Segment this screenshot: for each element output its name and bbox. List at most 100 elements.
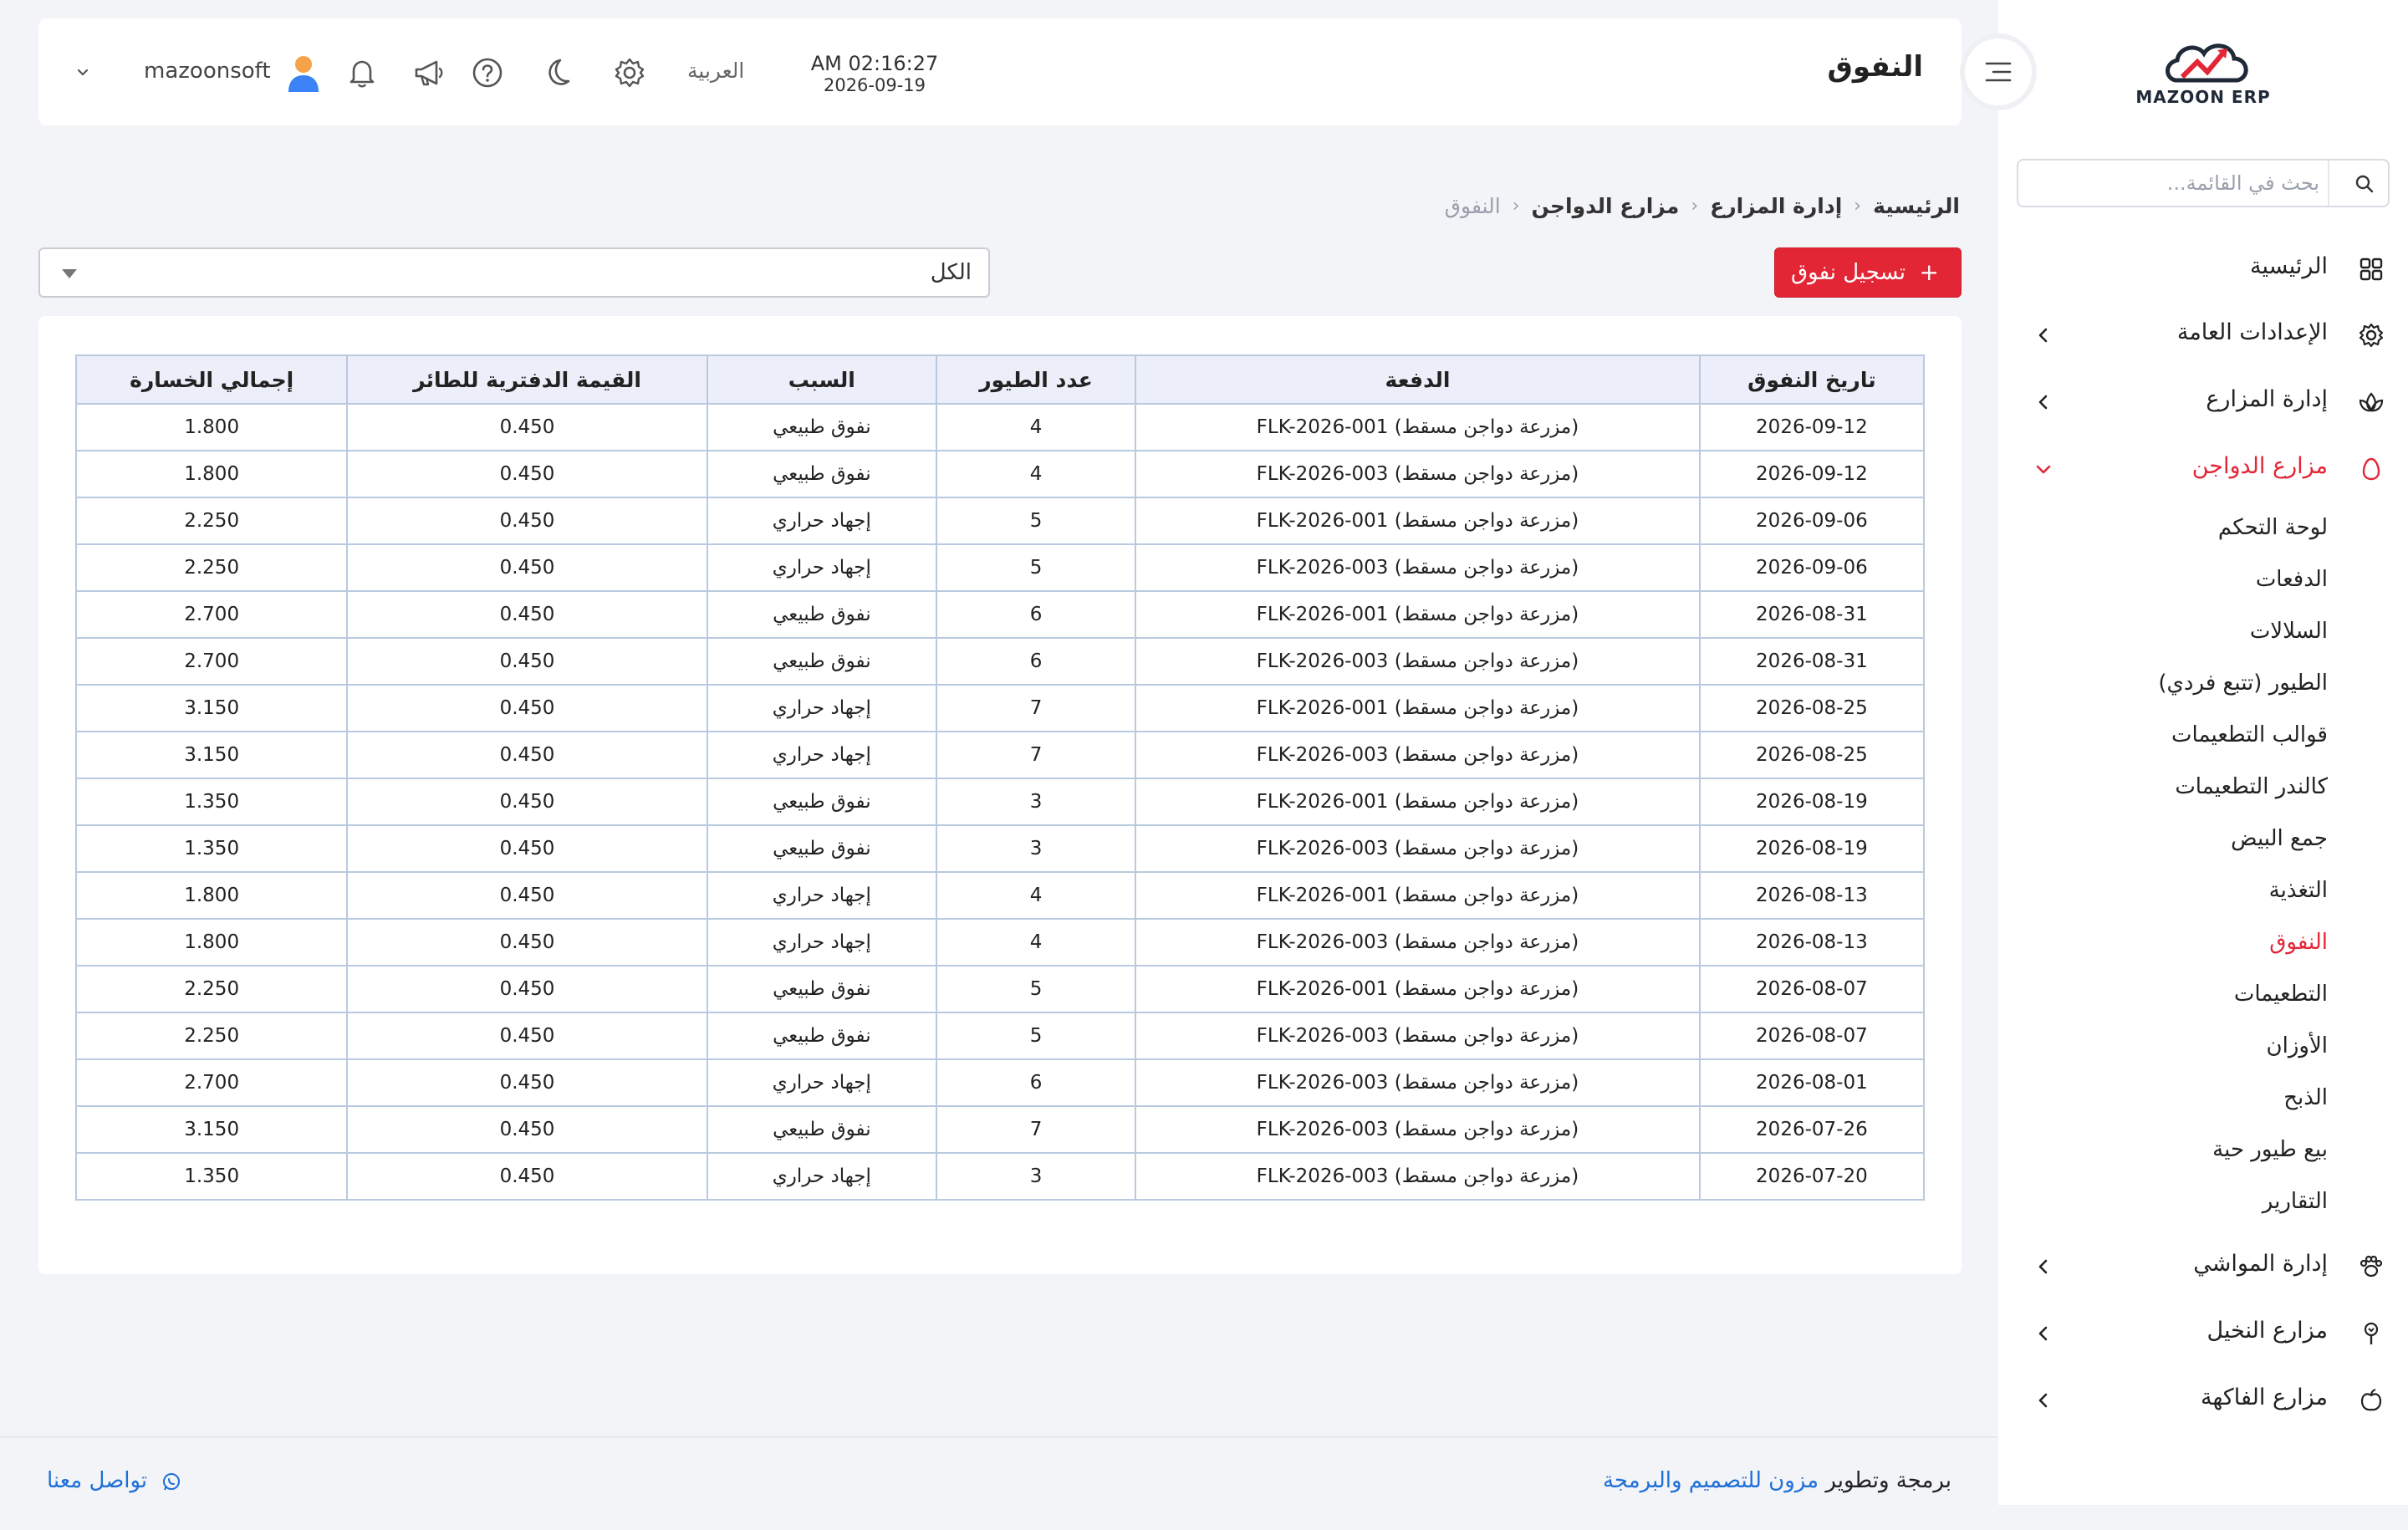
cell-date: 2026-08-13 [1698,871,1926,920]
chevron-down-icon [2036,465,2051,474]
sidebar-subitem-mortality[interactable]: النفوق [2060,930,2328,970]
cell-reason: إجهاد حراري [706,871,937,920]
language-switcher[interactable]: العربية [687,59,744,83]
sidebar-subitem-dashboard[interactable]: لوحة التحكم [2060,515,2328,555]
paw-icon [2360,1255,2383,1278]
cell-batch: FLK-2026-001 (مزرعة دواجن مسقط) [1135,965,1701,1013]
sidebar-subitem-egg-collection[interactable]: جمع البيض [2060,826,2328,866]
logo-text: MAZOON ERP [2135,87,2271,107]
bell-icon[interactable] [344,55,380,90]
app-logo[interactable]: MAZOON ERP [1998,30,2408,122]
cell-batch: FLK-2026-003 (مزرعة دواجن مسقط) [1135,918,1701,966]
megaphone-icon[interactable] [411,55,446,90]
sidebar-toggle-button[interactable] [1960,33,2037,110]
grid-icon [2360,258,2383,281]
cell-batch: FLK-2026-001 (مزرعة دواجن مسقط) [1135,403,1701,451]
sidebar-subitem-slaughter[interactable]: الذبح [2060,1085,2328,1125]
username: mazoonsoft [144,59,271,84]
column-header-book-value: القيمة الدفترية للطائر [346,354,708,405]
sidebar-subitem-weights[interactable]: الأوزان [2060,1033,2328,1074]
cell-batch: FLK-2026-001 (مزرعة دواجن مسقط) [1135,778,1701,826]
cell-total-loss: 2.250 [74,543,349,592]
sidebar-item-poultry-farms[interactable]: مزارع الدواجن [1998,443,2408,495]
breadcrumb-farm-management[interactable]: إدارة المزارع [1710,194,1842,218]
footer-divider [0,1436,1998,1438]
footer-company-link[interactable]: مزون للتصميم والبرمجة [1603,1468,1819,1493]
table-row[interactable]: 2026-09-06 FLK-2026-001 (مزرعة دواجن مسقط… [74,497,1926,545]
sidebar-item-fruit-farms[interactable]: مزارع الفاكهة [1998,1374,2408,1426]
breadcrumb-poultry-farms[interactable]: مزارع الدواجن [1532,194,1680,218]
cell-date: 2026-09-12 [1698,403,1926,451]
cell-bird-count: 6 [935,590,1137,639]
dark-mode-icon[interactable] [538,55,574,90]
cell-total-loss: 1.800 [74,918,349,966]
table-row[interactable]: 2026-08-25 FLK-2026-001 (مزرعة دواجن مسقط… [74,684,1926,732]
sidebar-item-palm-farms[interactable]: مزارع النخيل [1998,1308,2408,1359]
sidebar-subitem-reports[interactable]: التقارير [2060,1189,2328,1229]
sidebar-item-general-settings[interactable]: الإعدادات العامة [1998,309,2408,361]
sidebar-item-livestock[interactable]: إدارة المواشي [1998,1241,2408,1293]
cell-batch: FLK-2026-001 (مزرعة دواجن مسقط) [1135,497,1701,545]
chevron-down-icon [77,69,89,76]
table-row[interactable]: 2026-07-20 FLK-2026-003 (مزرعة دواجن مسقط… [74,1152,1926,1201]
cell-total-loss: 2.250 [74,965,349,1013]
search-icon[interactable] [2351,171,2378,197]
table-row[interactable]: 2026-09-12 FLK-2026-003 (مزرعة دواجن مسقط… [74,450,1926,498]
cell-total-loss: 2.250 [74,1012,349,1060]
table-row[interactable]: 2026-07-26 FLK-2026-003 (مزرعة دواجن مسقط… [74,1105,1926,1154]
batch-filter-select[interactable]: الكل [38,247,990,298]
cell-bird-count: 4 [935,918,1137,966]
table-row[interactable]: 2026-08-31 FLK-2026-001 (مزرعة دواجن مسقط… [74,590,1926,639]
table-row[interactable]: 2026-08-01 FLK-2026-003 (مزرعة دواجن مسقط… [74,1058,1926,1107]
cell-reason: نفوق طبيعي [706,450,937,498]
cell-reason: نفوق طبيعي [706,403,937,451]
cell-reason: إجهاد حراري [706,684,937,732]
table-row[interactable]: 2026-08-19 FLK-2026-003 (مزرعة دواجن مسقط… [74,824,1926,873]
table-row[interactable]: 2026-08-07 FLK-2026-001 (مزرعة دواجن مسقط… [74,965,1926,1013]
add-mortality-button[interactable]: + تسجيل نفوق [1774,247,1962,298]
breadcrumb-home[interactable]: الرئيسية [1873,194,1960,218]
table-row[interactable]: 2026-09-06 FLK-2026-003 (مزرعة دواجن مسقط… [74,543,1926,592]
contact-us-link[interactable]: تواصل معنا [47,1468,182,1493]
table-row[interactable]: 2026-08-25 FLK-2026-003 (مزرعة دواجن مسقط… [74,731,1926,779]
sidebar-search [2017,159,2390,207]
cell-book-value: 0.450 [346,1012,708,1060]
sidebar-item-home[interactable]: الرئيسية [1998,243,2408,295]
sidebar-subitem-vaccinations[interactable]: التطعيمات [2060,982,2328,1022]
footer-credit: برمجة وتطوير مزون للتصميم والبرمجة [1603,1468,1951,1493]
table-row[interactable]: 2026-08-07 FLK-2026-003 (مزرعة دواجن مسقط… [74,1012,1926,1060]
settings-icon[interactable] [612,55,647,90]
page-title: النفوق [1827,50,1923,84]
table-row[interactable]: 2026-08-19 FLK-2026-001 (مزرعة دواجن مسقط… [74,778,1926,826]
sidebar-subitem-live-bird-sales[interactable]: بيع طيور حية [2060,1137,2328,1177]
cell-reason: نفوق طبيعي [706,965,937,1013]
sidebar-subitem-breeds[interactable]: السلالات [2060,619,2328,659]
table-row[interactable]: 2026-09-12 FLK-2026-001 (مزرعة دواجن مسقط… [74,403,1926,451]
cell-total-loss: 2.700 [74,590,349,639]
clock: AM 02:16:27 2026-09-19 [791,52,958,95]
sidebar-subitem-birds[interactable]: الطيور (تتبع فردي) [2060,671,2328,711]
sidebar-subitem-feeding[interactable]: التغذية [2060,878,2328,918]
cell-date: 2026-07-26 [1698,1105,1926,1154]
sidebar-subitem-batches[interactable]: الدفعات [2060,567,2328,607]
cell-bird-count: 7 [935,684,1137,732]
cell-date: 2026-08-07 [1698,1012,1926,1060]
table-header-row: تاريخ النفوق الدفعة عدد الطيور السبب القيمة … [74,354,1926,405]
sidebar-item-farm-management[interactable]: إدارة المزارع [1998,376,2408,428]
sidebar-search-input[interactable] [2045,166,2321,201]
sidebar-subitem-vaccination-templates[interactable]: قوالب التطعيمات [2060,722,2328,762]
plus-icon: + [1919,258,1939,286]
chevron-left-icon [2038,1393,2048,1408]
cell-bird-count: 7 [935,731,1137,779]
sidebar-subitem-vaccination-calendar[interactable]: كالندر التطعيمات [2060,774,2328,814]
cell-book-value: 0.450 [346,824,708,873]
help-icon[interactable] [470,55,505,90]
clock-date: 2026-09-19 [823,75,926,95]
table-row[interactable]: 2026-08-13 FLK-2026-001 (مزرعة دواجن مسقط… [74,871,1926,920]
sidebar-item-label: مزارع الفاكهة [2201,1385,2328,1410]
cell-date: 2026-08-31 [1698,637,1926,686]
table-row[interactable]: 2026-08-13 FLK-2026-003 (مزرعة دواجن مسقط… [74,918,1926,966]
cell-reason: إجهاد حراري [706,1058,937,1107]
table-row[interactable]: 2026-08-31 FLK-2026-003 (مزرعة دواجن مسقط… [74,637,1926,686]
cell-date: 2026-09-06 [1698,497,1926,545]
